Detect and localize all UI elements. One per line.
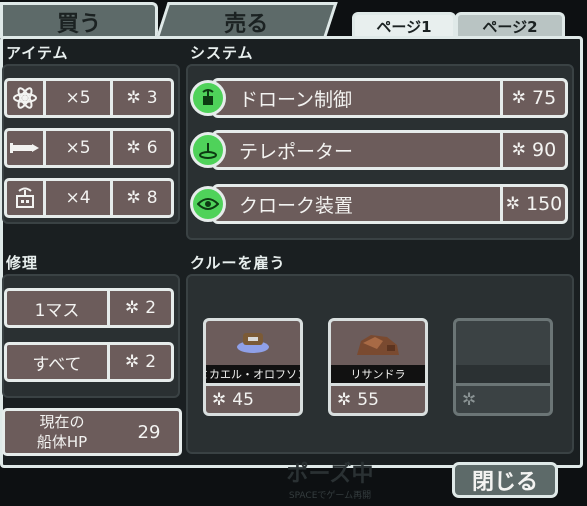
- crew-card-rockman[interactable]: リサンドラ ✲ 55: [328, 318, 428, 416]
- item-price-value: 3: [146, 88, 158, 108]
- scrap-icon: ✲: [126, 138, 141, 158]
- hull-hp-value: 29: [137, 421, 161, 443]
- system-price: ✲ 90: [503, 133, 565, 167]
- tab-page2-label: ページ2: [482, 18, 538, 36]
- hull-hp-display: 現在の 船体HP 29: [2, 408, 182, 456]
- crew-name: [456, 365, 550, 383]
- item-button-missile[interactable]: ×5 ✲ 6: [4, 128, 174, 168]
- tab-sell-label: 売る: [224, 11, 269, 37]
- system-name: ドローン制御: [239, 88, 353, 111]
- cloaking-icon: [190, 186, 226, 222]
- item-button-hacking[interactable]: ×5 ✲ 3: [4, 78, 174, 118]
- system-name: テレポーター: [239, 140, 354, 163]
- repair-price: ✲ 2: [110, 291, 171, 325]
- crew-portrait-empty: [456, 321, 550, 365]
- section-title-systems: システム: [190, 44, 254, 62]
- close-button[interactable]: 閉じる: [452, 462, 558, 498]
- scrap-icon: ✲: [124, 298, 140, 318]
- hacking-icon: [7, 81, 43, 115]
- hull-hp-label-line2: 船体HP: [36, 433, 88, 451]
- crew-price: ✲ 55: [331, 383, 425, 413]
- repair-button-one[interactable]: 1マス ✲ 2: [4, 288, 174, 328]
- repair-price-value: 2: [145, 352, 157, 372]
- repair-button-all[interactable]: すべて ✲ 2: [4, 342, 174, 382]
- scrap-icon: ✲: [511, 140, 527, 160]
- repair-price: ✲ 2: [110, 345, 171, 379]
- system-button-cloaking[interactable]: クローク装置 ✲ 150: [212, 184, 568, 224]
- tab-buy-label: 買う: [56, 11, 101, 37]
- tab-buy[interactable]: 買う: [0, 2, 158, 38]
- section-title-repair: 修理: [6, 254, 39, 272]
- drone-control-icon: [190, 80, 226, 116]
- scrap-icon: ✲: [337, 389, 352, 410]
- repair-label: すべて: [32, 354, 82, 375]
- item-price-value: 6: [146, 138, 158, 158]
- pause-subtext: SPACEでゲーム再開: [288, 491, 372, 501]
- drone-part-icon: [7, 181, 43, 215]
- crew-name: ミカエル・オロフソン: [206, 365, 300, 383]
- item-price: ✲ 6: [113, 131, 171, 165]
- crew-portrait-rockman: [331, 321, 425, 365]
- item-qty: ×5: [65, 88, 91, 108]
- tab-sell[interactable]: 売る: [156, 2, 338, 38]
- scrap-icon: ✲: [126, 188, 141, 208]
- repair-price-value: 2: [145, 298, 157, 318]
- scrap-icon: ✲: [124, 352, 140, 372]
- item-qty: ×4: [65, 188, 91, 208]
- hull-hp-label-line1: 現在の: [39, 413, 85, 431]
- crew-price-value: 45: [232, 389, 254, 410]
- system-price: ✲ 75: [503, 81, 565, 115]
- pause-text: ポーズ中: [286, 462, 374, 487]
- scrap-icon: ✲: [511, 88, 527, 108]
- system-price: ✲ 150: [503, 187, 565, 221]
- scrap-icon: ✲: [126, 88, 141, 108]
- crew-card-empty: ✲: [453, 318, 553, 416]
- hull-hp-label: 現在の 船体HP: [5, 412, 119, 452]
- tab-page1-label: ページ1: [376, 18, 432, 36]
- crew-price-value: 55: [357, 389, 379, 410]
- crew-card-engi[interactable]: ミカエル・オロフソン ✲45: [203, 318, 303, 416]
- section-title-crew: クルーを雇う: [190, 254, 286, 272]
- system-price-value: 150: [525, 193, 563, 215]
- crew-price: ✲ 45: [206, 383, 300, 413]
- system-price-value: 90: [532, 139, 557, 161]
- crew-price: ✲: [456, 383, 550, 413]
- system-name: クローク装置: [239, 194, 354, 217]
- crew-portrait-engi: [206, 321, 300, 365]
- scrap-icon: ✲: [212, 389, 227, 410]
- tab-page2[interactable]: ページ2: [455, 12, 565, 38]
- item-button-drone-part[interactable]: ×4 ✲ 8: [4, 178, 174, 218]
- missile-icon: [7, 131, 43, 165]
- item-price-value: 8: [146, 188, 158, 208]
- item-price: ✲ 3: [113, 81, 171, 115]
- teleporter-icon: [190, 132, 226, 168]
- crew-name: リサンドラ: [331, 365, 425, 383]
- tab-page1[interactable]: ページ1: [352, 12, 456, 38]
- item-price: ✲ 8: [113, 181, 171, 215]
- section-title-items: アイテム: [6, 44, 69, 62]
- item-qty: ×5: [65, 138, 91, 158]
- system-button-teleporter[interactable]: テレポーター ✲ 90: [212, 130, 568, 170]
- system-button-drone-control[interactable]: ドローン制御 ✲ 75: [212, 78, 568, 118]
- repair-label: 1マス: [34, 300, 80, 321]
- scrap-icon: ✲: [462, 389, 477, 410]
- system-price-value: 75: [532, 87, 557, 109]
- scrap-icon: ✲: [505, 194, 520, 214]
